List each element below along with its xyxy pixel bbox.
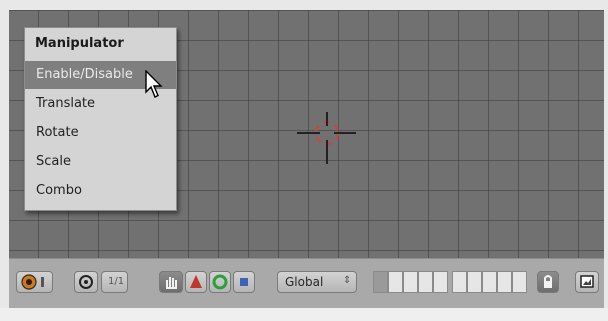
render-icon xyxy=(580,275,594,288)
object-mode-icon xyxy=(21,274,44,290)
layer-button-3[interactable] xyxy=(403,271,418,293)
layer-button-6[interactable] xyxy=(452,271,467,293)
manipulator-toggle-button[interactable] xyxy=(159,271,183,293)
cone-icon xyxy=(190,275,202,288)
object-mode-button[interactable] xyxy=(16,271,53,293)
layer-button-4[interactable] xyxy=(418,271,433,293)
layer-button-7[interactable] xyxy=(467,271,482,293)
viewport-header-toolbar: 1/1 Global ⇕ xyxy=(9,258,604,309)
menu-item-scale[interactable]: Scale xyxy=(25,148,176,176)
layer-button-9[interactable] xyxy=(497,271,512,293)
layer-field[interactable]: 1/1 xyxy=(101,271,128,293)
pivot-icon xyxy=(79,275,93,289)
layer-button-2[interactable] xyxy=(388,271,403,293)
footer-strip xyxy=(0,308,608,321)
render-button[interactable] xyxy=(575,271,599,293)
pivot-button[interactable] xyxy=(74,271,98,293)
select-arrows-icon: ⇕ xyxy=(343,275,352,286)
hand-icon xyxy=(166,277,177,289)
manipulator-menu: Manipulator Enable/Disable Translate Rot… xyxy=(24,27,177,211)
menu-item-combo[interactable]: Combo xyxy=(25,177,176,205)
rotate-icon xyxy=(212,274,228,290)
menu-title: Manipulator xyxy=(35,36,124,51)
layer-button-10[interactable] xyxy=(512,271,527,293)
lock-button[interactable] xyxy=(537,271,559,293)
layer-button-1[interactable] xyxy=(373,271,388,293)
orientation-select[interactable]: Global ⇕ xyxy=(277,271,357,293)
3d-cursor-icon xyxy=(297,112,356,164)
mouse-cursor-icon xyxy=(145,70,163,98)
translate-mode-button[interactable] xyxy=(185,271,207,293)
scale-icon xyxy=(240,278,248,286)
menu-item-rotate[interactable]: Rotate xyxy=(25,119,176,147)
layer-button-5[interactable] xyxy=(433,271,448,293)
scale-mode-button[interactable] xyxy=(233,271,255,293)
layer-button-8[interactable] xyxy=(482,271,497,293)
layer-value: 1/1 xyxy=(108,276,125,287)
rotate-mode-button[interactable] xyxy=(209,271,231,293)
orientation-value: Global xyxy=(285,275,324,289)
lock-icon xyxy=(544,275,552,288)
